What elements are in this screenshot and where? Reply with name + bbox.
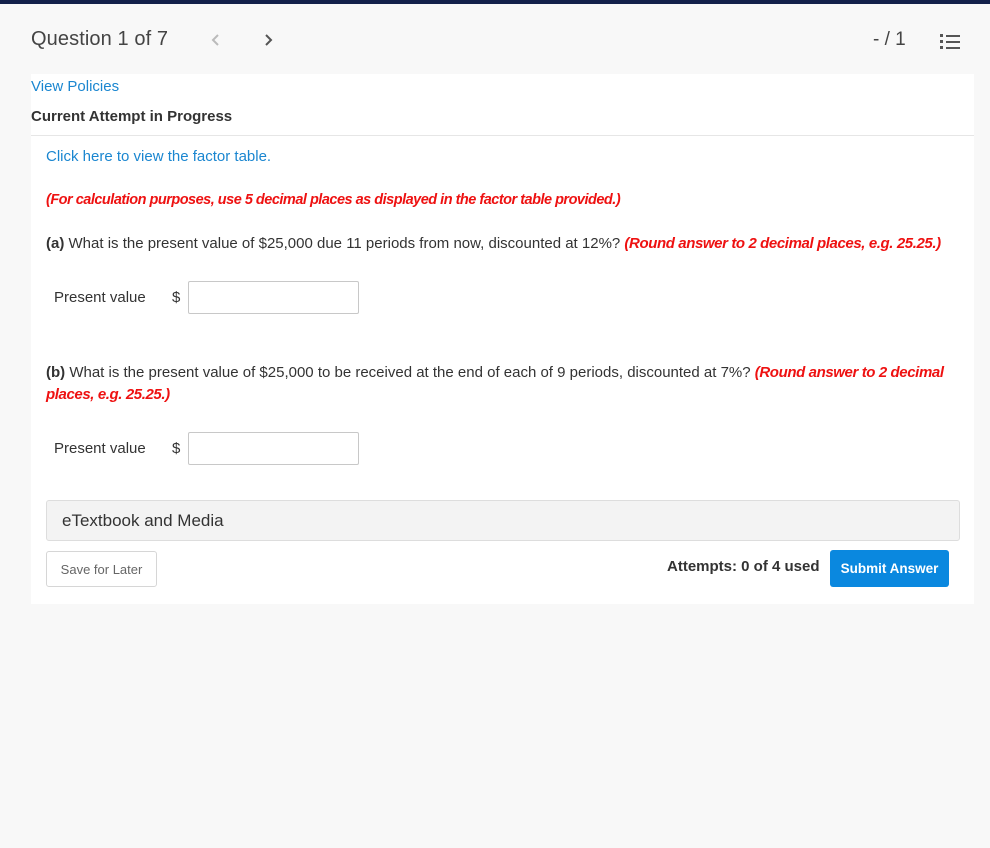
save-for-later-button[interactable]: Save for Later: [46, 551, 157, 587]
numbered-list-icon: [940, 34, 960, 49]
calculation-note: (For calculation purposes, use 5 decimal…: [46, 192, 621, 208]
present-value-input-b[interactable]: [188, 432, 359, 465]
next-question-button[interactable]: [261, 30, 277, 50]
part-a-instruction: (Round answer to 2 decimal places, e.g. …: [624, 235, 941, 252]
currency-symbol-b: $: [172, 440, 181, 457]
part-b-text: What is the present value of $25,000 to …: [65, 364, 755, 381]
attempt-status: Current Attempt in Progress: [31, 108, 233, 125]
answer-row-a: Present value $: [54, 281, 359, 314]
previous-question-button[interactable]: [208, 30, 224, 50]
question-part-b: (b) What is the present value of $25,000…: [46, 362, 961, 406]
part-b-label: (b): [46, 364, 66, 381]
chevron-right-icon: [265, 34, 273, 46]
part-a-label: (a): [46, 235, 65, 252]
question-header: Question 1 of 7 - / 1: [0, 4, 990, 74]
score-display: - / 1: [873, 29, 906, 50]
part-a-text: What is the present value of $25,000 due…: [64, 235, 625, 252]
view-policies-link[interactable]: View Policies: [31, 78, 119, 95]
question-counter: Question 1 of 7: [31, 28, 169, 50]
factor-table-link[interactable]: Click here to view the factor table.: [46, 148, 271, 165]
submit-answer-button[interactable]: Submit Answer: [830, 550, 949, 587]
present-value-input-a[interactable]: [188, 281, 359, 314]
present-value-label-a: Present value: [54, 289, 146, 306]
chevron-left-icon: [211, 34, 219, 46]
etextbook-media-section[interactable]: eTextbook and Media: [46, 500, 960, 541]
answer-row-b: Present value $: [54, 432, 359, 465]
question-part-a: (a) What is the present value of $25,000…: [46, 233, 961, 255]
present-value-label-b: Present value: [54, 440, 146, 457]
divider: [31, 135, 974, 136]
question-list-button[interactable]: [940, 33, 962, 53]
question-panel: View Policies Current Attempt in Progres…: [31, 74, 974, 604]
currency-symbol-a: $: [172, 289, 181, 306]
attempts-counter: Attempts: 0 of 4 used: [667, 558, 820, 575]
